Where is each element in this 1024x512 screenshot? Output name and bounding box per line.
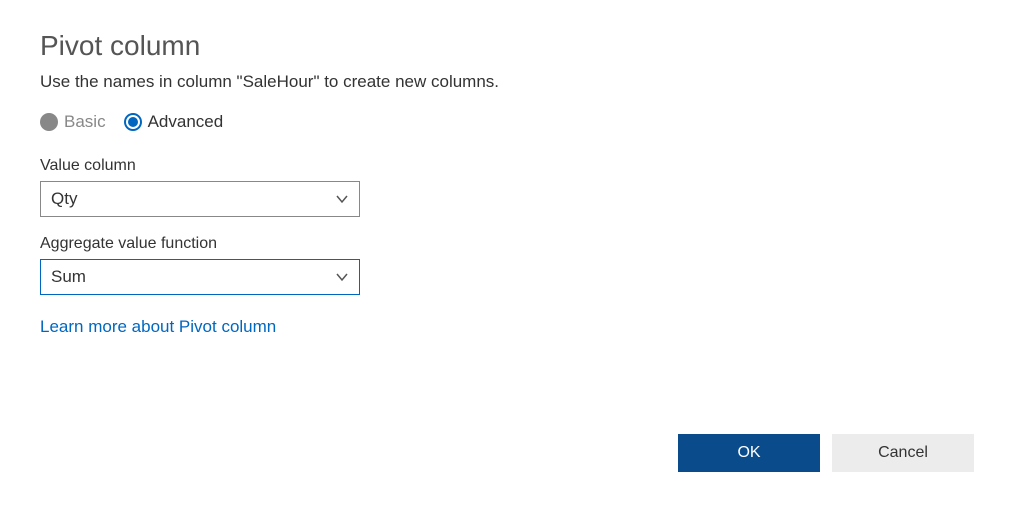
value-column-value: Qty [51,189,77,209]
radio-advanced-label: Advanced [148,112,224,132]
chevron-down-icon [335,270,349,284]
radio-icon-unselected [40,113,58,131]
aggregate-function-select[interactable]: Sum [40,259,360,295]
radio-basic-label: Basic [64,112,106,132]
dialog-description: Use the names in column "SaleHour" to cr… [40,72,984,92]
value-column-field: Value column Qty [40,157,984,217]
dialog-buttons: OK Cancel [678,434,974,472]
aggregate-function-value: Sum [51,267,86,287]
value-column-select[interactable]: Qty [40,181,360,217]
mode-radio-group: Basic Advanced [40,112,984,132]
radio-advanced[interactable]: Advanced [124,112,224,132]
cancel-button[interactable]: Cancel [832,434,974,472]
radio-icon-selected [124,113,142,131]
aggregate-function-field: Aggregate value function Sum [40,235,984,295]
chevron-down-icon [335,192,349,206]
aggregate-function-label: Aggregate value function [40,235,984,253]
learn-more-link[interactable]: Learn more about Pivot column [40,317,276,337]
ok-button[interactable]: OK [678,434,820,472]
radio-basic[interactable]: Basic [40,112,106,132]
value-column-label: Value column [40,157,984,175]
dialog-title: Pivot column [40,30,984,62]
